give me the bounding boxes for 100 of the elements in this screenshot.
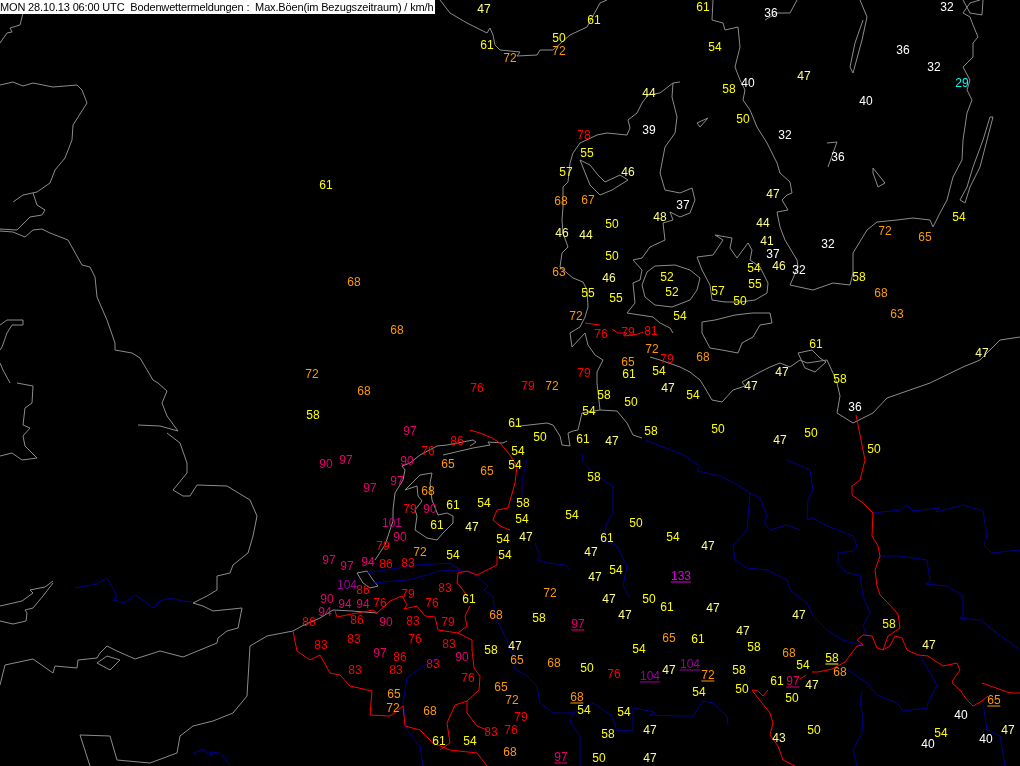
gust-value: 68 <box>874 286 888 300</box>
gust-value: 47 <box>508 639 522 653</box>
gust-value: 61 <box>660 600 674 614</box>
gust-value: 44 <box>642 86 656 100</box>
gust-value: 94 <box>318 605 332 619</box>
gust-value: 86 <box>356 583 370 597</box>
gust-value: 68 <box>570 690 584 704</box>
gust-value: 58 <box>732 663 746 677</box>
gust-value: 97 <box>403 424 417 438</box>
border <box>799 674 807 680</box>
gust-value: 58 <box>587 470 601 484</box>
gust-value: 83 <box>314 638 328 652</box>
gust-value: 61 <box>696 0 710 14</box>
gust-value: 55 <box>580 146 594 160</box>
gust-value: 61 <box>432 734 446 748</box>
gust-value: 72 <box>503 51 517 65</box>
gust-value: 32 <box>927 60 941 74</box>
gust-value: 37 <box>766 247 780 261</box>
gust-value: 46 <box>555 226 569 240</box>
river <box>534 542 571 571</box>
gust-value: 61 <box>770 674 784 688</box>
gust-value: 47 <box>643 723 657 737</box>
gust-value: 55 <box>748 277 762 291</box>
gust-value: 58 <box>484 643 498 657</box>
gust-value: 97 <box>373 646 387 660</box>
gust-value: 61 <box>480 38 494 52</box>
gust-value: 90 <box>379 615 393 629</box>
gust-value: 61 <box>600 531 614 545</box>
gust-value: 54 <box>652 364 666 378</box>
gust-value: 39 <box>642 123 656 137</box>
gust-value: 94 <box>361 555 375 569</box>
gust-value: 68 <box>423 704 437 718</box>
gust-value: 68 <box>489 608 503 622</box>
gust-value: 68 <box>696 350 710 364</box>
gust-value: 47 <box>706 601 720 615</box>
gust-value: 47 <box>1001 723 1015 737</box>
gust-value: 47 <box>477 2 491 16</box>
gust-value: 47 <box>775 365 789 379</box>
gust-value: 90 <box>455 650 469 664</box>
gust-value: 54 <box>515 512 529 526</box>
gust-value: 83 <box>401 556 415 570</box>
gust-value: 72 <box>543 586 557 600</box>
gust-value: 76 <box>421 444 435 458</box>
gust-value: 47 <box>605 434 619 448</box>
gust-value: 54 <box>934 726 948 740</box>
gust-value: 86 <box>350 613 364 627</box>
gust-value: 43 <box>772 731 786 745</box>
gust-value: 32 <box>821 237 835 251</box>
coastline <box>0 12 24 44</box>
gust-value: 36 <box>764 6 778 20</box>
gust-value: 58 <box>747 640 761 654</box>
gust-value: 86 <box>379 557 393 571</box>
gust-value: 36 <box>896 43 910 57</box>
gust-value: 104 <box>680 657 700 671</box>
gust-value: 61 <box>587 13 601 27</box>
gust-value: 68 <box>782 646 796 660</box>
gust-value: 54 <box>952 210 966 224</box>
gust-value: 61 <box>809 337 823 351</box>
gust-value: 79 <box>376 539 390 553</box>
gust-value: 54 <box>565 508 579 522</box>
gust-value: 97 <box>390 474 404 488</box>
gust-value: 90 <box>400 454 414 468</box>
gust-value: 72 <box>386 701 400 715</box>
gust-value: 68 <box>390 323 404 337</box>
gust-value: 65 <box>480 464 494 478</box>
gust-value: 78 <box>577 128 591 142</box>
gust-value: 97 <box>363 481 377 495</box>
gust-value: 47 <box>519 530 533 544</box>
gust-value: 72 <box>701 668 715 682</box>
gust-value: 40 <box>921 737 935 751</box>
gust-value: 90 <box>319 457 333 471</box>
gust-value: 40 <box>979 732 993 746</box>
gust-value: 65 <box>441 457 455 471</box>
gust-value: 79 <box>577 366 591 380</box>
gust-value: 54 <box>796 658 810 672</box>
gust-value: 55 <box>581 286 595 300</box>
gust-value: 90 <box>320 592 334 606</box>
gust-value: 50 <box>711 422 725 436</box>
gust-value: 52 <box>660 270 674 284</box>
gust-value: 58 <box>852 270 866 284</box>
gust-value: 79 <box>621 325 635 339</box>
gust-value: 58 <box>532 611 546 625</box>
gust-value: 54 <box>666 530 680 544</box>
gust-value: 76 <box>470 381 484 395</box>
gust-value: 83 <box>389 663 403 677</box>
gust-value: 47 <box>465 520 479 534</box>
gust-value: 50 <box>605 249 619 263</box>
gust-value: 47 <box>797 69 811 83</box>
gust-value: 40 <box>859 94 873 108</box>
gust-value: 76 <box>373 596 387 610</box>
gust-value: 65 <box>387 687 401 701</box>
gust-value: 29 <box>955 76 969 90</box>
gust-value: 83 <box>442 637 456 651</box>
river <box>192 749 231 766</box>
gust-value: 58 <box>597 388 611 402</box>
gust-value: 61 <box>446 498 460 512</box>
gust-value: 50 <box>807 723 821 737</box>
gust-value: 48 <box>653 210 667 224</box>
gust-value: 54 <box>477 496 491 510</box>
gust-value: 50 <box>785 691 799 705</box>
